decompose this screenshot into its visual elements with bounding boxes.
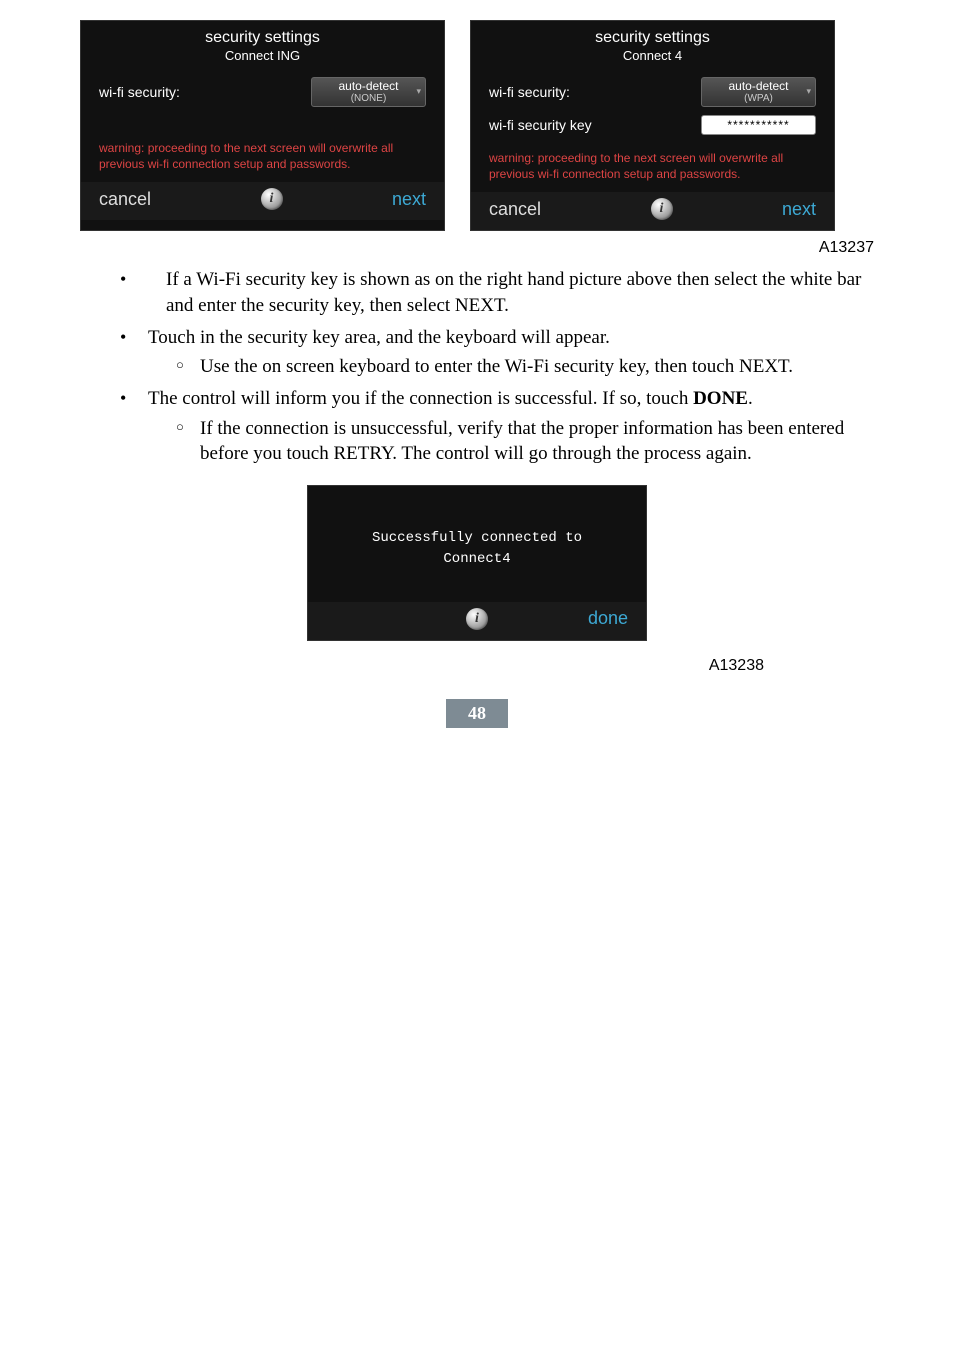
figure-id: A13238 (80, 657, 874, 675)
next-button[interactable]: next (782, 199, 816, 220)
success-line1: Successfully connected to (328, 528, 626, 549)
bullet-text: If the connection is unsuccessful, verif… (200, 418, 844, 465)
figure-id: A13237 (80, 239, 874, 257)
bullet-bold: DONE (693, 388, 748, 409)
instruction-list: If a Wi-Fi security key is shown as on t… (80, 267, 874, 466)
next-button[interactable]: next (392, 189, 426, 210)
security-key-row: wi-fi security key *********** (471, 111, 834, 139)
security-dropdown[interactable]: auto-detect (NONE) ▾ (311, 77, 426, 107)
security-screenshots-row: security settings Connect ING wi-fi secu… (80, 20, 874, 231)
dropdown-sub: (WPA) (706, 93, 811, 104)
screen-subtitle: Connect ING (81, 48, 444, 73)
list-item: Use the on screen keyboard to enter the … (176, 354, 874, 380)
success-screenshot-wrap: Successfully connected to Connect4 i don… (80, 485, 874, 641)
wifi-security-label: wi-fi security: (99, 84, 180, 100)
chevron-down-icon: ▾ (806, 87, 811, 97)
wifi-key-label: wi-fi security key (489, 117, 592, 133)
screen-subtitle: Connect 4 (471, 48, 834, 73)
device-screen-success: Successfully connected to Connect4 i don… (307, 485, 647, 641)
screen-title: security settings (81, 21, 444, 48)
chevron-down-icon: ▾ (416, 87, 421, 97)
list-item: Touch in the security key area, and the … (120, 325, 874, 380)
list-item: If a Wi-Fi security key is shown as on t… (120, 267, 874, 318)
dropdown-sub: (NONE) (316, 93, 421, 104)
bottom-bar: cancel i next (471, 192, 834, 230)
warning-text: warning: proceeding to the next screen w… (81, 129, 444, 182)
dropdown-main: auto-detect (706, 80, 811, 93)
bullet-text-a: The control will inform you if the conne… (148, 388, 693, 409)
page-number-wrap: 48 (80, 699, 874, 728)
sub-list: If the connection is unsuccessful, verif… (148, 416, 874, 467)
bottom-bar: cancel i next (81, 182, 444, 220)
info-icon[interactable]: i (466, 608, 488, 630)
success-message: Successfully connected to Connect4 (308, 486, 646, 602)
dropdown-main: auto-detect (316, 80, 421, 93)
screen-title: security settings (471, 21, 834, 48)
page-number: 48 (446, 699, 508, 728)
info-icon[interactable]: i (261, 188, 283, 210)
warning-text: warning: proceeding to the next screen w… (471, 139, 834, 192)
bullet-text: Touch in the security key area, and the … (148, 327, 610, 348)
success-line2: Connect4 (328, 549, 626, 570)
device-screen-right: security settings Connect 4 wi-fi securi… (470, 20, 835, 231)
list-item: The control will inform you if the conne… (120, 386, 874, 467)
done-button[interactable]: done (588, 608, 628, 629)
security-dropdown[interactable]: auto-detect (WPA) ▾ (701, 77, 816, 107)
cancel-button[interactable]: cancel (99, 189, 151, 210)
bullet-text-b: . (748, 388, 753, 409)
bullet-text: Use the on screen keyboard to enter the … (200, 356, 793, 377)
info-icon[interactable]: i (651, 198, 673, 220)
sub-list: Use the on screen keyboard to enter the … (148, 354, 874, 380)
wifi-security-label: wi-fi security: (489, 84, 570, 100)
security-row: wi-fi security: auto-detect (NONE) ▾ (81, 73, 444, 111)
cancel-button[interactable]: cancel (489, 199, 541, 220)
device-screen-left: security settings Connect ING wi-fi secu… (80, 20, 445, 231)
list-item: If the connection is unsuccessful, verif… (176, 416, 874, 467)
security-row: wi-fi security: auto-detect (WPA) ▾ (471, 73, 834, 111)
bullet-text: If a Wi-Fi security key is shown as on t… (166, 269, 861, 316)
bottom-bar: i done (308, 602, 646, 640)
security-key-input[interactable]: *********** (701, 115, 816, 135)
